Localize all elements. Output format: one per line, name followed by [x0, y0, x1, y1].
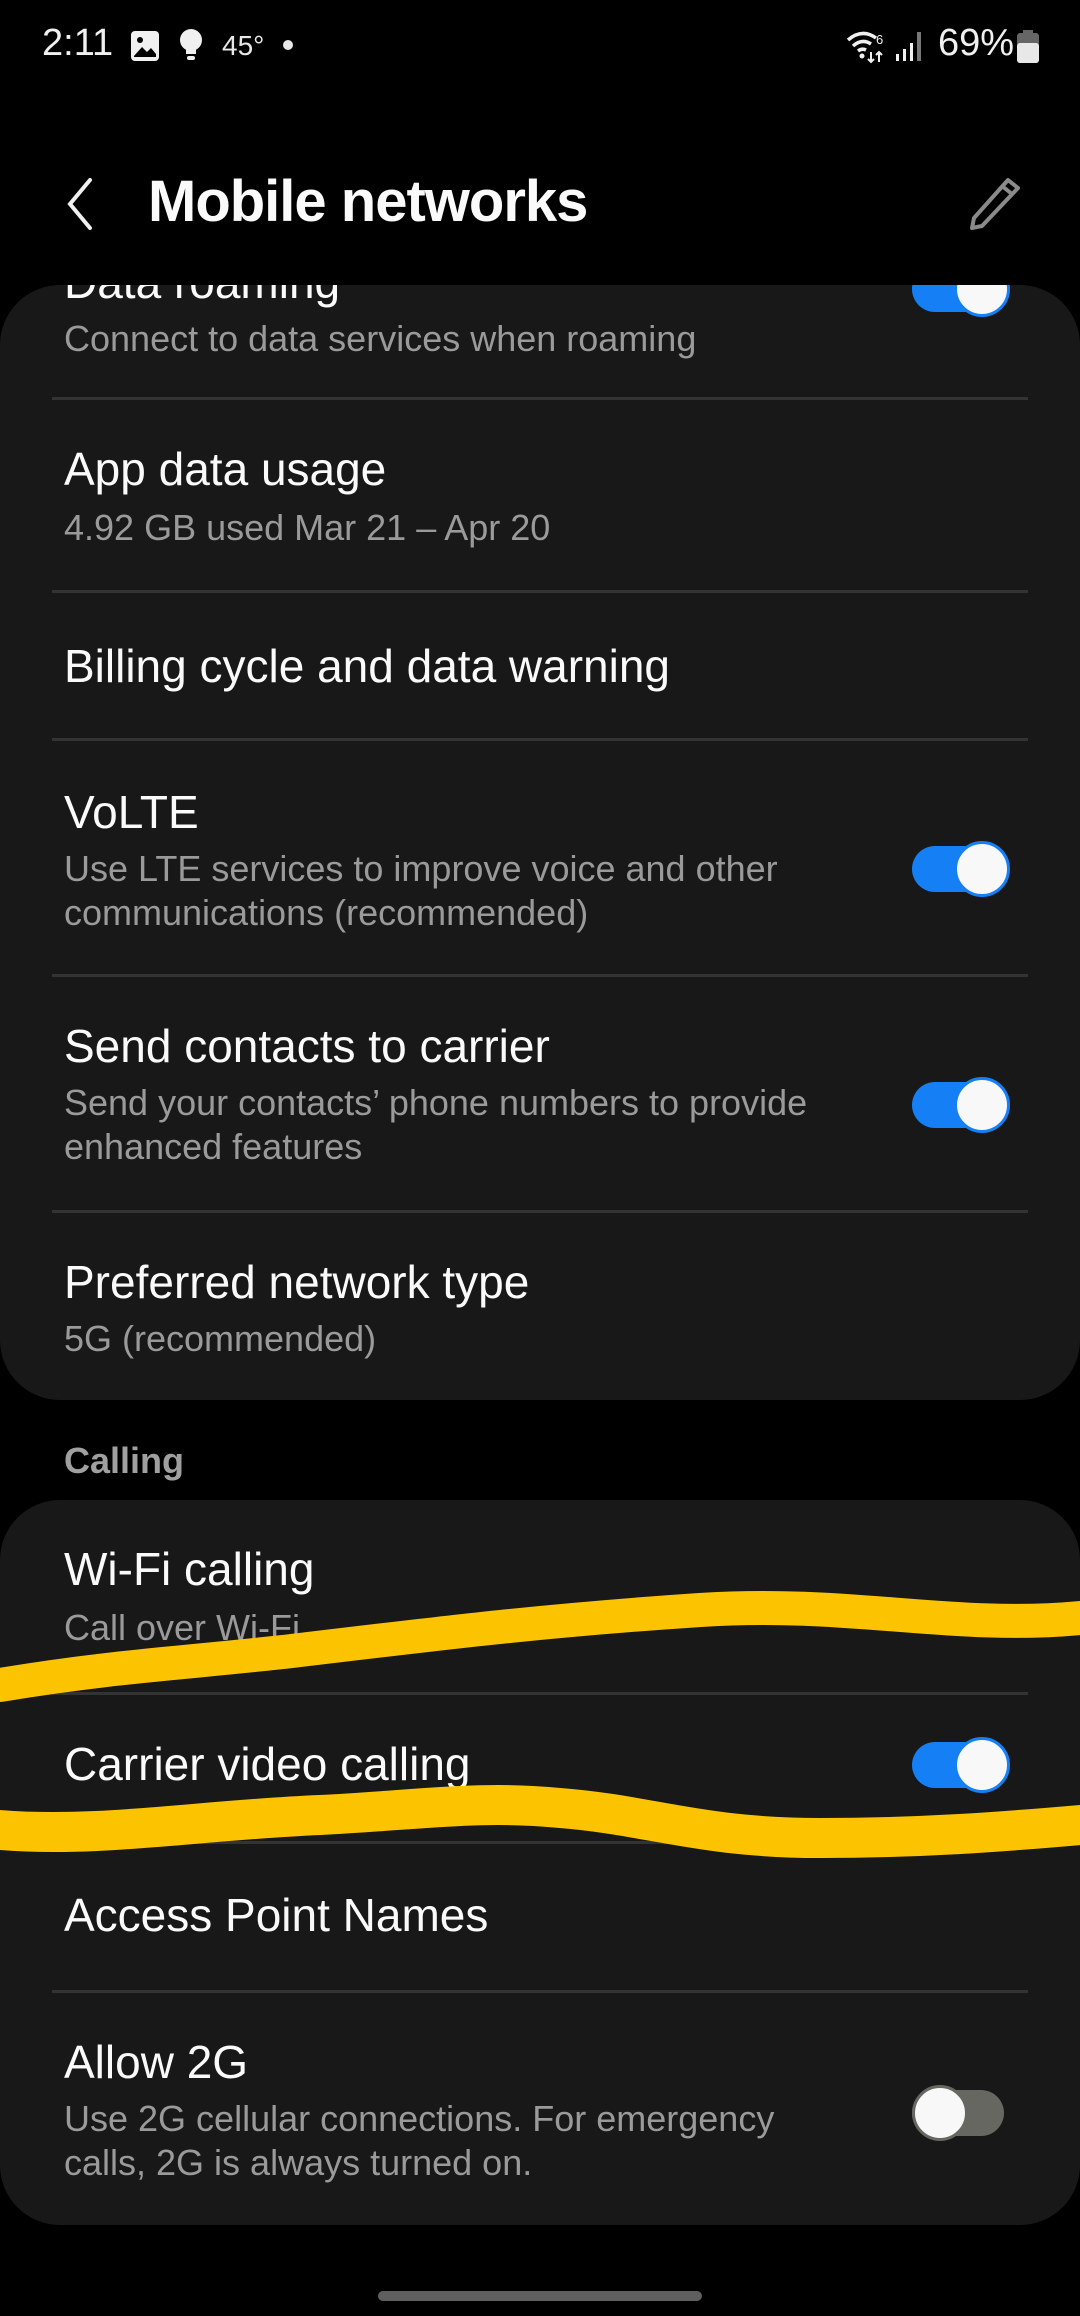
setting-subtitle: 5G (recommended): [64, 1318, 377, 1359]
setting-title: App data usage: [64, 443, 387, 495]
status-time: 2:11: [42, 22, 114, 64]
volte-toggle[interactable]: [912, 841, 1010, 897]
setting-subtitle: 4.92 GB used Mar 21 – Apr 20: [64, 507, 551, 548]
toggle-knob: [954, 1077, 1010, 1133]
setting-subtitle: Use LTE services to improve voice and ot…: [64, 848, 778, 933]
gallery-icon: [131, 31, 159, 61]
setting-send-contacts[interactable]: Send contacts to carrier Send your conta…: [0, 977, 1080, 1211]
bulb-icon: [180, 29, 202, 60]
setting-subtitle: Use 2G cellular connections. For emergen…: [64, 2098, 775, 2183]
setting-title: Data roaming: [64, 285, 340, 309]
home-indicator[interactable]: [378, 2291, 702, 2301]
setting-title: Send contacts to carrier: [64, 1020, 550, 1072]
pencil-icon[interactable]: [964, 174, 1024, 234]
carrier-video-calling-toggle[interactable]: [912, 1737, 1010, 1793]
app-bar: Mobile networks: [0, 140, 1080, 270]
allow-2g-toggle[interactable]: [912, 2085, 1008, 2141]
setting-wifi-calling[interactable]: Wi-Fi calling Call over Wi-Fi: [0, 1500, 1080, 1692]
settings-card-network: Data roaming Connect to data services wh…: [0, 285, 1080, 1400]
toggle-knob: [954, 285, 1010, 317]
section-header-calling: Calling: [64, 1440, 185, 1481]
toggle-knob: [912, 2085, 968, 2141]
toggle-knob: [954, 1737, 1010, 1793]
setting-subtitle: Send your contacts’ phone numbers to pro…: [64, 1082, 808, 1167]
signal-icon: [896, 32, 921, 61]
settings-card-calling: Wi-Fi calling Call over Wi-Fi Carrier vi…: [0, 1500, 1080, 2225]
battery-percent: 69%: [938, 22, 1015, 64]
setting-carrier-video-calling[interactable]: Carrier video calling: [0, 1695, 1080, 1841]
setting-title: VoLTE: [64, 786, 199, 838]
setting-access-point-names[interactable]: Access Point Names: [0, 1844, 1080, 1990]
setting-title: Allow 2G: [64, 2036, 249, 2088]
svg-text:6: 6: [876, 32, 883, 47]
chevron-left-icon[interactable]: [60, 174, 104, 234]
setting-preferred-network-type[interactable]: Preferred network type 5G (recommended): [0, 1213, 1080, 1400]
setting-subtitle: Connect to data services when roaming: [64, 318, 697, 359]
data-roaming-toggle[interactable]: [912, 285, 1010, 317]
status-bar: 2:11 45° 6 69%: [0, 0, 1080, 90]
setting-data-roaming[interactable]: Data roaming Connect to data services wh…: [0, 285, 1080, 395]
toggle-knob: [954, 841, 1010, 897]
wifi-6-icon: 6: [846, 31, 883, 64]
setting-volte[interactable]: VoLTE Use LTE services to improve voice …: [0, 741, 1080, 975]
setting-title: Preferred network type: [64, 1256, 530, 1308]
setting-app-data-usage[interactable]: App data usage 4.92 GB used Mar 21 – Apr…: [0, 400, 1080, 590]
setting-title: Billing cycle and data warning: [64, 640, 671, 692]
status-temperature: 45°: [222, 30, 265, 61]
setting-subtitle: Call over Wi-Fi: [64, 1607, 301, 1648]
page-title: Mobile networks: [148, 169, 588, 234]
setting-allow-2g[interactable]: Allow 2G Use 2G cellular connections. Fo…: [0, 1993, 1080, 2225]
setting-billing-cycle[interactable]: Billing cycle and data warning: [0, 593, 1080, 739]
setting-title: Access Point Names: [64, 1889, 489, 1941]
send-contacts-toggle[interactable]: [912, 1077, 1010, 1133]
notification-dot-icon: [283, 40, 293, 50]
setting-title: Wi-Fi calling: [64, 1543, 315, 1595]
battery-icon: [1017, 30, 1039, 63]
setting-title: Carrier video calling: [64, 1738, 471, 1790]
